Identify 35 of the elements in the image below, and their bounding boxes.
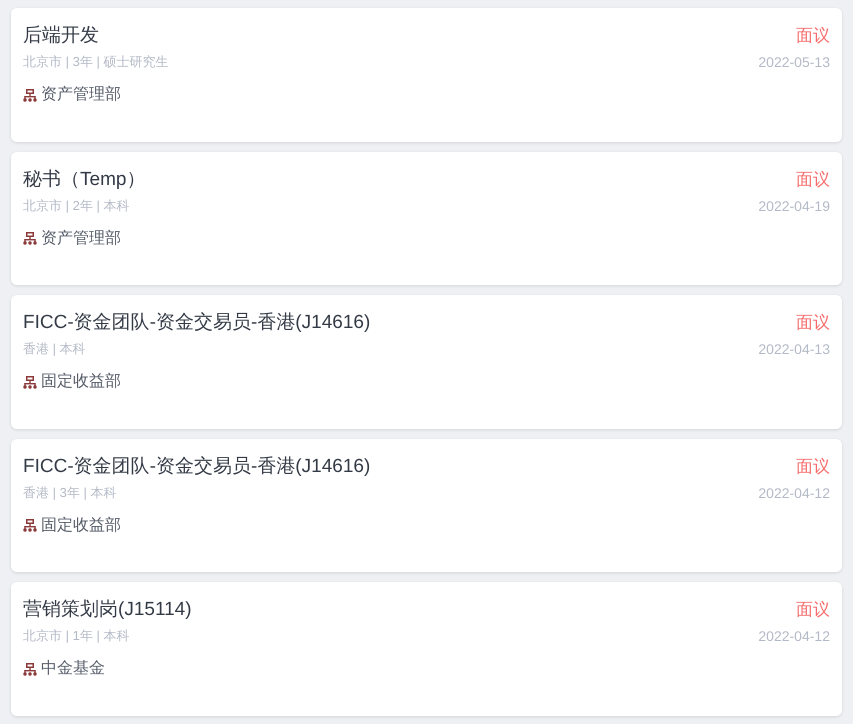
post-date: 2022-04-13: [758, 340, 830, 360]
salary-text: 面议: [796, 599, 830, 622]
job-card[interactable]: FICC-资金团队-资金交易员-香港(J14616) 面议 香港 | 3年 | 本科 2022-04-12 固定收益部: [11, 438, 842, 572]
org-chart-icon: [23, 88, 37, 102]
post-date: 2022-04-19: [758, 196, 830, 216]
job-title: FICC-资金团队-资金交易员-香港(J14616): [23, 454, 370, 479]
job-title: 营销策划岗(J15114): [23, 598, 192, 622]
job-title: FICC-资金团队-资金交易员-香港(J14616): [23, 311, 370, 336]
job-title: 后端开发: [23, 24, 99, 48]
job-meta: 北京市 | 3年 | 硕士研究生: [23, 53, 168, 71]
org-chart-icon: [23, 376, 37, 389]
job-card[interactable]: 营销策划岗(J15114) 面议 北京市 | 1年 | 本科 2022-04-12 中金基金: [11, 582, 842, 716]
department-text: 固定收益部: [41, 372, 121, 392]
org-chart-icon: [23, 232, 37, 246]
salary-text: 面议: [796, 25, 830, 47]
department-text: 资产管理部: [41, 84, 121, 105]
org-chart-icon: [23, 519, 37, 532]
job-meta: 香港 | 本科: [23, 340, 86, 358]
job-card[interactable]: 秘书（Temp） 面议 北京市 | 2年 | 本科 2022-04-19 资产管理部: [11, 152, 842, 286]
job-card[interactable]: 后端开发 面议 北京市 | 3年 | 硕士研究生 2022-05-13 资产管理部: [11, 8, 842, 142]
post-date: 2022-05-13: [758, 53, 830, 72]
salary-text: 面议: [796, 168, 830, 191]
job-meta: 香港 | 3年 | 本科: [23, 484, 116, 502]
department-text: 资产管理部: [41, 228, 121, 249]
salary-text: 面议: [796, 312, 830, 334]
salary-text: 面议: [796, 456, 830, 478]
org-chart-icon: [23, 662, 37, 676]
job-title: 秘书（Temp）: [23, 168, 146, 192]
post-date: 2022-04-12: [758, 627, 830, 646]
post-date: 2022-04-12: [758, 484, 830, 503]
department-text: 中金基金: [41, 658, 105, 680]
job-meta: 北京市 | 1年 | 本科: [23, 627, 130, 646]
job-card[interactable]: FICC-资金团队-资金交易员-香港(J14616) 面议 香港 | 本科 2022-04-13 固定收益部: [11, 295, 842, 429]
job-meta: 北京市 | 2年 | 本科: [23, 196, 130, 215]
department-text: 固定收益部: [41, 516, 121, 536]
